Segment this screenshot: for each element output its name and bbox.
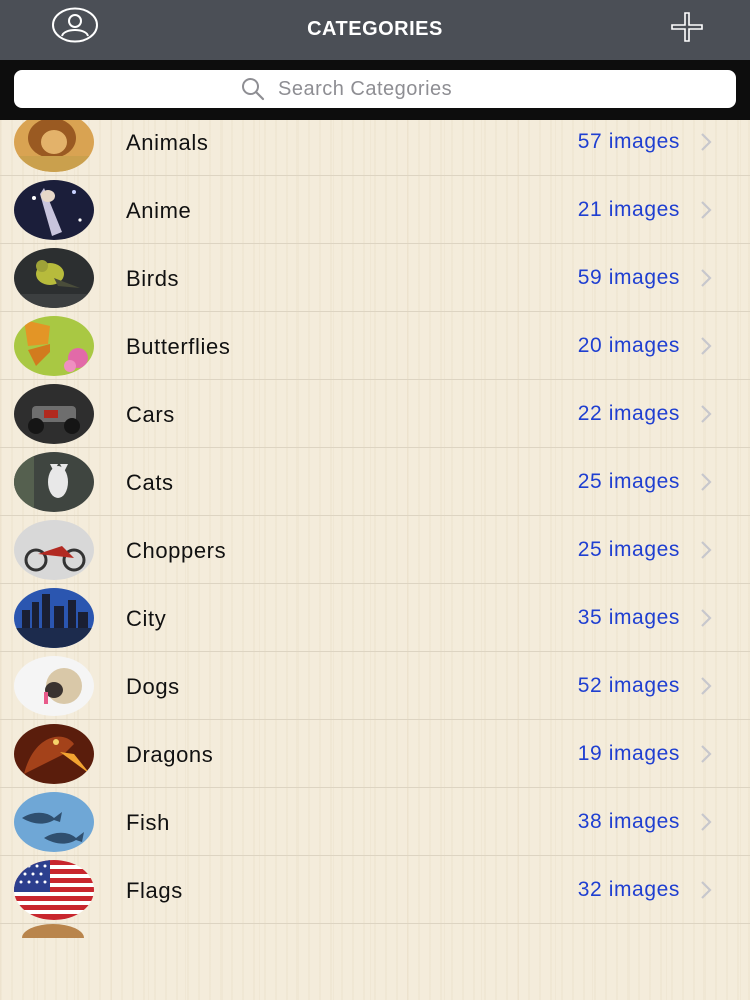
search-bar: [0, 60, 750, 120]
category-name: Flags: [126, 878, 183, 903]
fish-thumbnail: [14, 792, 94, 852]
category-name: Choppers: [126, 538, 227, 563]
category-row-dragons[interactable]: Dragons 19 images: [0, 720, 750, 788]
chevron-right-icon: [701, 133, 712, 151]
category-count: 20 images: [577, 334, 680, 357]
chevron-right-icon: [701, 269, 712, 287]
category-name: Fish: [126, 810, 170, 835]
chevron-right-icon: [701, 541, 712, 559]
add-button[interactable]: [668, 10, 706, 44]
navigation-bar: CATEGORIES: [0, 0, 750, 60]
category-row-fish[interactable]: Fish 38 images: [0, 788, 750, 856]
category-row-choppers[interactable]: Choppers 25 images: [0, 516, 750, 584]
category-row-city[interactable]: City 35 images: [0, 584, 750, 652]
cats-thumbnail: [14, 452, 94, 512]
animals-thumbnail: [14, 120, 94, 172]
category-row-cars[interactable]: Cars 22 images: [0, 380, 750, 448]
search-input[interactable]: [276, 76, 510, 102]
birds-thumbnail: [14, 248, 94, 308]
category-count: 25 images: [577, 470, 680, 493]
chevron-right-icon: [701, 745, 712, 763]
cars-thumbnail: [14, 384, 94, 444]
city-thumbnail: [14, 588, 94, 648]
category-name: Cats: [126, 470, 174, 495]
partial-next-thumbnail: [22, 924, 84, 938]
chevron-right-icon: [701, 337, 712, 355]
category-count: 35 images: [577, 606, 680, 629]
chevron-right-icon: [701, 677, 712, 695]
category-name: Cars: [126, 402, 175, 427]
category-count: 38 images: [577, 810, 680, 833]
category-count: 19 images: [577, 742, 680, 765]
category-row-birds[interactable]: Birds 59 images: [0, 244, 750, 312]
category-row-anime[interactable]: Anime 21 images: [0, 176, 750, 244]
category-name: Dogs: [126, 674, 180, 699]
chevron-right-icon: [701, 609, 712, 627]
category-row-flags[interactable]: Flags 32 images: [0, 856, 750, 924]
category-row-animals[interactable]: Animals 57 images: [0, 120, 750, 176]
category-row-butterflies[interactable]: Butterflies 20 images: [0, 312, 750, 380]
category-count: 52 images: [577, 674, 680, 697]
page-title: CATEGORIES: [307, 18, 443, 40]
category-count: 25 images: [577, 538, 680, 561]
category-row-dogs[interactable]: Dogs 52 images: [0, 652, 750, 720]
chevron-right-icon: [701, 473, 712, 491]
category-count: 22 images: [577, 402, 680, 425]
category-name: Butterflies: [126, 334, 231, 359]
search-icon: [242, 78, 265, 101]
category-count: 21 images: [577, 198, 680, 221]
category-name: Dragons: [126, 742, 214, 767]
dragons-thumbnail: [14, 724, 94, 784]
category-name: Animals: [126, 130, 209, 155]
category-list: Animals 57 images Anime 21 images Birds …: [0, 120, 750, 1000]
category-name: City: [126, 606, 167, 631]
search-field[interactable]: [14, 70, 736, 108]
chevron-right-icon: [701, 813, 712, 831]
category-count: 57 images: [577, 130, 680, 153]
butterflies-thumbnail: [14, 316, 94, 376]
category-count: 32 images: [577, 878, 680, 901]
flags-thumbnail: [14, 860, 94, 920]
dogs-thumbnail: [14, 656, 94, 716]
category-name: Birds: [126, 266, 180, 291]
category-count: 59 images: [577, 266, 680, 289]
chevron-right-icon: [701, 881, 712, 899]
category-name: Anime: [126, 198, 192, 223]
choppers-thumbnail: [14, 520, 94, 580]
plus-icon: [671, 12, 703, 42]
chevron-right-icon: [701, 405, 712, 423]
category-row-cats[interactable]: Cats 25 images: [0, 448, 750, 516]
anime-thumbnail: [14, 180, 94, 240]
chevron-right-icon: [701, 201, 712, 219]
